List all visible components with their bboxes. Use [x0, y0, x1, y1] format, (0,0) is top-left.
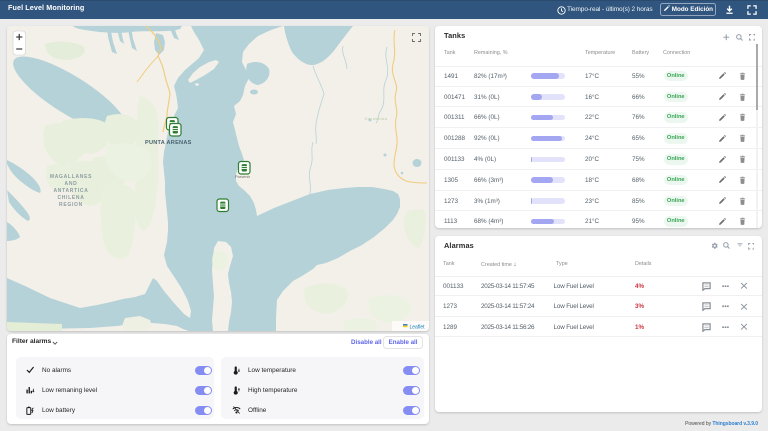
svg-text:Leaflet: Leaflet: [410, 325, 426, 331]
svg-text:Karukinka: Karukinka: [365, 116, 388, 121]
svg-text:MAGALLANES: MAGALLANES: [50, 174, 92, 180]
svg-text:Porvenir: Porvenir: [235, 174, 251, 179]
svg-text:AND: AND: [65, 181, 78, 187]
svg-text:ANTARTICA: ANTARTICA: [53, 188, 88, 194]
svg-text:PUNTA ARENAS: PUNTA ARENAS: [145, 140, 192, 146]
svg-text:REGION: REGION: [59, 202, 83, 208]
svg-text:CHILENA: CHILENA: [57, 195, 84, 201]
